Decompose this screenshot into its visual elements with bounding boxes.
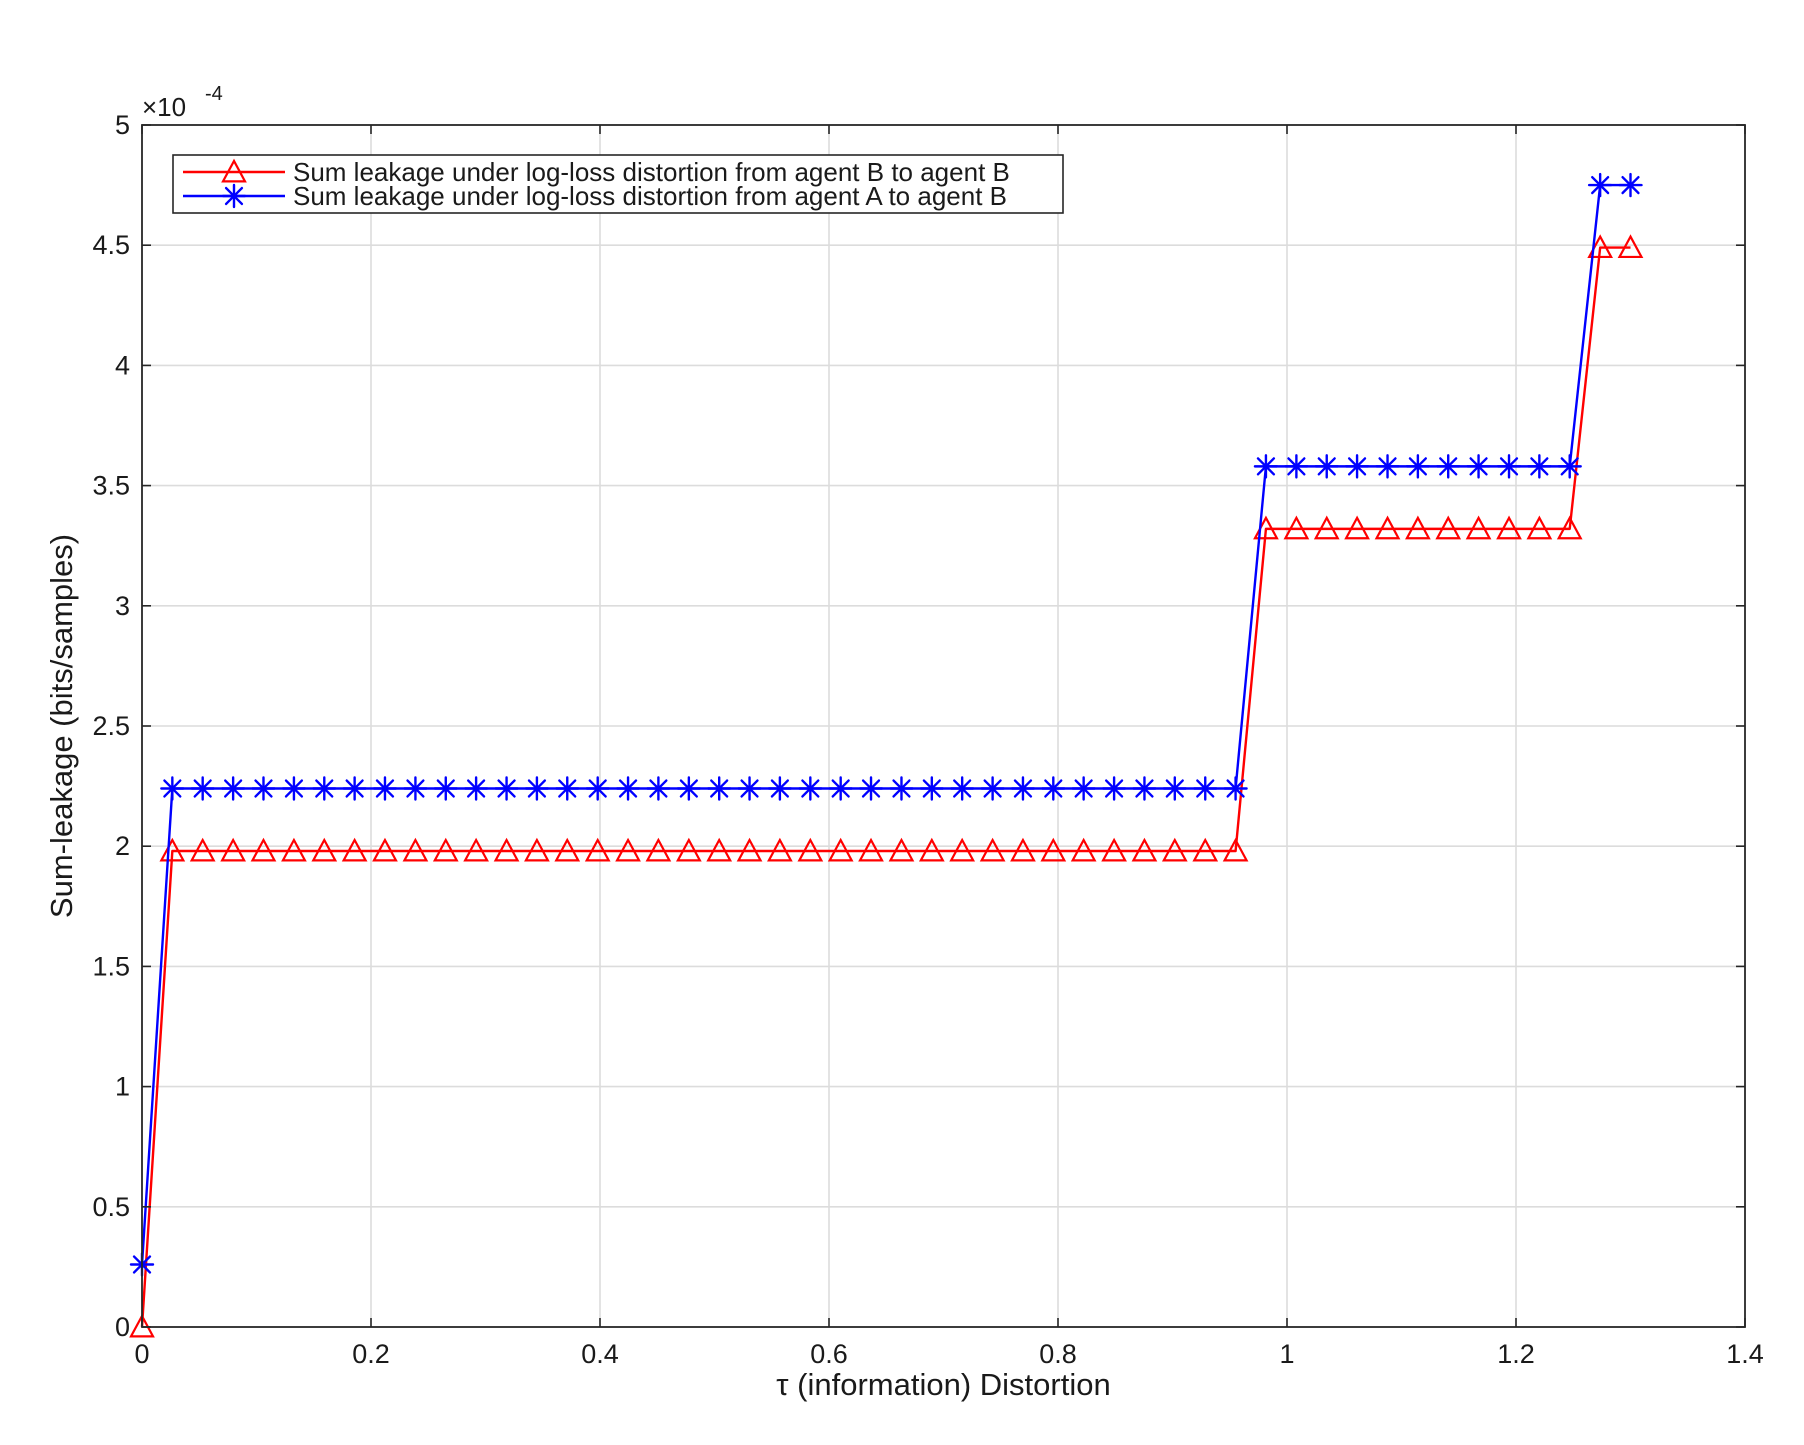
data-point-asterisk <box>555 776 580 801</box>
legend-asterisk-marker <box>221 183 247 209</box>
y-tick-label: 2 <box>115 831 130 861</box>
data-point-asterisk <box>1344 454 1370 479</box>
data-point-asterisk <box>1314 454 1339 479</box>
data-point-asterisk <box>190 776 215 801</box>
data-point-asterisk <box>433 776 458 801</box>
data-point-asterisk <box>646 776 671 801</box>
data-point-asterisk <box>1436 454 1461 479</box>
data-point-asterisk <box>889 776 914 801</box>
data-point-asterisk <box>342 776 367 801</box>
chart-canvas: 0 0.2 0.4 0.6 0.8 1 1.2 1.4 0 0.5 1 1.5 2 2.5 3 3.5 4 4.5… <box>0 0 1804 1440</box>
data-point-asterisk <box>919 776 945 801</box>
data-point-asterisk <box>1101 776 1127 801</box>
y-tick-label: 4 <box>115 350 130 380</box>
y-tick-label: 0.5 <box>92 1192 130 1222</box>
x-tick-label: 0.2 <box>352 1339 390 1369</box>
data-point-asterisk <box>160 776 185 801</box>
data-point-asterisk <box>615 776 641 801</box>
data-point-asterisk <box>949 776 975 801</box>
data-point-asterisk <box>1071 776 1096 801</box>
data-point-asterisk <box>706 776 732 801</box>
y-tick-label: 4.5 <box>92 230 130 260</box>
x-tick-label: 0 <box>134 1339 149 1369</box>
y-tick-label: 1 <box>115 1072 130 1102</box>
x-tick-label: 1.4 <box>1726 1339 1764 1369</box>
legend-entry-blue: Sum leakage under log-loss distortion fr… <box>183 181 1007 211</box>
data-point-asterisk <box>524 776 550 801</box>
y-exponent-power: -4 <box>205 83 223 105</box>
legend-marker-shape <box>221 183 247 209</box>
data-point-asterisk <box>858 776 884 801</box>
data-point-asterisk <box>1375 454 1400 479</box>
data-point-asterisk <box>463 776 489 801</box>
data-point-asterisk <box>1162 776 1187 801</box>
y-axis-label: Sum-leakage (bits/samples) <box>44 534 79 918</box>
data-point-asterisk <box>1223 776 1248 801</box>
data-point-asterisk <box>372 776 398 801</box>
data-point-asterisk <box>494 776 519 801</box>
y-tick-label: 3.5 <box>92 471 130 501</box>
data-point-asterisk <box>251 776 276 801</box>
data-point-asterisk <box>1496 454 1522 479</box>
data-point-asterisk <box>1618 172 1643 198</box>
x-tick-label: 1 <box>1279 1339 1294 1369</box>
data-point-asterisk <box>1527 454 1552 479</box>
data-point-asterisk <box>1132 776 1157 801</box>
chart-figure: 0 0.2 0.4 0.6 0.8 1 1.2 1.4 0 0.5 1 1.5 2 2.5 3 3.5 4 4.5… <box>0 0 1804 1440</box>
x-tick-label: 1.2 <box>1497 1339 1535 1369</box>
legend: Sum leakage under log-loss distortion fr… <box>172 154 1064 214</box>
y-tick-label: 3 <box>115 591 130 621</box>
data-point-asterisk <box>1557 454 1582 479</box>
data-point-asterisk <box>312 776 337 801</box>
data-point-asterisk <box>676 776 702 801</box>
data-point-asterisk <box>798 776 823 801</box>
data-point-asterisk <box>1193 776 1218 801</box>
x-axis-label: τ (information) Distortion <box>776 1367 1110 1402</box>
data-point-asterisk <box>403 776 428 801</box>
data-point-asterisk <box>1253 454 1279 479</box>
data-point-asterisk <box>281 776 307 801</box>
data-point-asterisk <box>1041 776 1066 801</box>
data-point-asterisk <box>585 776 610 801</box>
y-tick-label: 0 <box>115 1312 130 1342</box>
x-tick-label: 0.4 <box>581 1339 619 1369</box>
x-tick-label: 0.8 <box>1039 1339 1077 1369</box>
y-tick-label: 1.5 <box>92 951 130 981</box>
y-tick-label: 2.5 <box>92 711 130 741</box>
data-point-asterisk <box>220 776 246 801</box>
data-point-asterisk <box>828 776 853 801</box>
data-point-asterisk <box>980 776 1005 801</box>
data-point-asterisk <box>1587 172 1613 198</box>
legend-label: Sum leakage under log-loss distortion fr… <box>293 181 1007 211</box>
data-point-asterisk <box>1405 454 1431 479</box>
y-tick-label: 5 <box>115 110 130 140</box>
data-point-asterisk <box>1010 776 1036 801</box>
x-tick-label: 0.6 <box>810 1339 848 1369</box>
data-point-asterisk <box>1466 454 1491 479</box>
data-point-asterisk <box>767 776 793 801</box>
data-point-asterisk <box>737 776 762 801</box>
data-point-asterisk <box>1284 454 1309 479</box>
y-exponent-base: ×10 <box>142 92 186 122</box>
